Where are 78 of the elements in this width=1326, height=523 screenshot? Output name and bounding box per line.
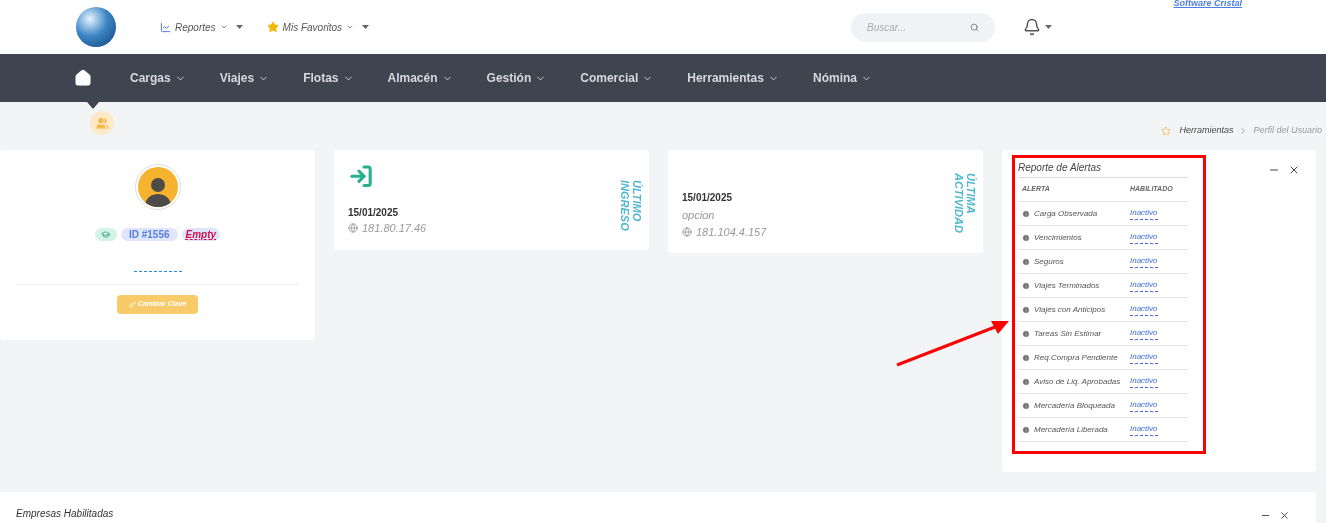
- role-badge: [94, 228, 117, 241]
- alert-name: Mercadería Liberada: [1022, 423, 1130, 436]
- login-ip: 181.80.17.46: [348, 219, 427, 236]
- card-label: ACTIVIDAD: [953, 173, 965, 233]
- info-icon: [1022, 305, 1030, 314]
- alert-name: Mercadería Bloqueada: [1022, 399, 1130, 412]
- key-icon: [128, 301, 136, 308]
- caret-icon: [235, 25, 243, 29]
- close-icon[interactable]: [1279, 510, 1290, 521]
- info-icon: [1022, 401, 1030, 410]
- nav-menu-item[interactable]: Almacén: [387, 69, 453, 87]
- nav-menu-item[interactable]: Cargas: [130, 69, 186, 87]
- brand-caption: Software Cristal: [1173, 0, 1242, 8]
- empty-badge[interactable]: Empty: [181, 228, 221, 241]
- login-date: 15/01/2025: [348, 205, 400, 220]
- alert-name: Req.Compra Pendiente: [1022, 351, 1130, 364]
- quick-link[interactable]: Reportes: [160, 19, 243, 35]
- quick-link[interactable]: Mis Favoritos: [266, 19, 370, 35]
- info-icon: [1022, 281, 1030, 290]
- globe-logo[interactable]: [76, 7, 116, 47]
- nav-menu-item[interactable]: Comercial: [580, 69, 654, 87]
- card-label: ÚLTIMA: [965, 173, 977, 216]
- panel-title: Empresas Habilitadas: [16, 507, 114, 521]
- status-link[interactable]: Inactivo: [1130, 207, 1158, 220]
- alert-name: Seguros: [1022, 255, 1130, 268]
- status-link[interactable]: Inactivo: [1130, 231, 1158, 244]
- star-icon: [1161, 125, 1172, 136]
- chevron-icon: [1241, 127, 1246, 134]
- globe-icon: [682, 226, 692, 237]
- info-icon: [1022, 329, 1030, 338]
- status-link[interactable]: Inactivo: [1130, 255, 1158, 268]
- status-link[interactable]: Inactivo: [1130, 351, 1158, 364]
- alert-name: Tareas Sin Estimar: [1022, 327, 1130, 340]
- caret-icon: [1045, 25, 1053, 29]
- status-link[interactable]: Inactivo: [1130, 279, 1158, 292]
- status-link[interactable]: Inactivo: [1130, 375, 1158, 388]
- activity-detail: opcion: [682, 208, 716, 223]
- activity-date: 15/01/2025: [682, 191, 734, 205]
- notification-button[interactable]: [1023, 18, 1053, 36]
- login-icon: [348, 164, 374, 189]
- alert-name: Carga Observada: [1022, 207, 1130, 220]
- breadcrumb-link[interactable]: Herramientas: [1179, 124, 1234, 138]
- group-icon: [90, 111, 114, 135]
- search-icon: [970, 22, 980, 32]
- card-label: INGRESO: [619, 180, 631, 231]
- alert-name: Viajes con Anticipos: [1022, 303, 1130, 316]
- status-link[interactable]: Inactivo: [1130, 423, 1158, 436]
- info-icon: [1022, 233, 1030, 242]
- nav-menu-item[interactable]: Viajes: [219, 69, 270, 87]
- info-icon: [1022, 353, 1030, 362]
- close-icon[interactable]: [1288, 164, 1300, 176]
- chevron-icon: [219, 23, 228, 31]
- nav-menu-item[interactable]: Flotas: [303, 69, 354, 87]
- info-icon: [1022, 209, 1030, 218]
- globe-icon: [348, 222, 358, 233]
- activity-ip: 181.104.4.157: [682, 223, 767, 240]
- info-icon: [1022, 257, 1030, 266]
- alert-name: Aviso de Liq. Aprobadas: [1022, 375, 1130, 388]
- card-label: ÚLTIMO: [631, 180, 643, 224]
- chart-icon: [160, 21, 171, 33]
- status-link[interactable]: Inactivo: [1130, 399, 1158, 412]
- home-icon[interactable]: [74, 69, 92, 87]
- nav-menu-item[interactable]: Nómina: [812, 69, 872, 87]
- info-icon: [1022, 377, 1030, 386]
- breadcrumb-current: Perfil del Usuario: [1253, 124, 1322, 137]
- info-icon: [1022, 425, 1030, 434]
- status-link[interactable]: Inactivo: [1130, 303, 1158, 316]
- id-badge: ID #1556: [120, 228, 178, 241]
- alert-name: Vencimientos: [1022, 231, 1130, 244]
- caret-icon: [362, 25, 370, 29]
- chevron-icon: [346, 23, 355, 31]
- search-field[interactable]: Buscar...: [851, 12, 996, 42]
- nav-menu-item[interactable]: Herramientas: [687, 69, 779, 87]
- star-icon: [266, 21, 279, 33]
- panel-title: Reporte de Alertas: [1018, 160, 1188, 178]
- status-link[interactable]: Inactivo: [1130, 327, 1158, 340]
- alert-name: Viajes Terminados: [1022, 279, 1130, 292]
- nav-menu-item[interactable]: Gestión: [486, 69, 547, 87]
